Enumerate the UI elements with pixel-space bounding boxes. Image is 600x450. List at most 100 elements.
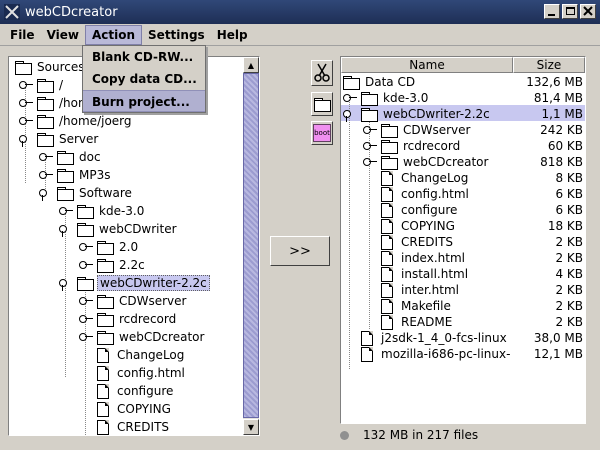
tree-item[interactable]: doc xyxy=(39,148,103,166)
expand-toggle-icon[interactable] xyxy=(79,243,93,251)
expand-toggle-icon[interactable] xyxy=(19,99,33,107)
boot-button[interactable]: boot xyxy=(311,121,333,145)
menu-file[interactable]: File xyxy=(4,25,41,45)
cd-item[interactable]: mozilla-i686-pc-linux- xyxy=(361,345,512,363)
folder-icon xyxy=(37,79,54,93)
scroll-down-button[interactable]: ▼ xyxy=(243,419,259,435)
maximize-icon xyxy=(566,7,575,15)
expand-toggle-icon[interactable] xyxy=(39,153,53,161)
tree-item[interactable]: 2.0 xyxy=(79,238,140,256)
tree-item[interactable]: Sources xyxy=(15,58,86,76)
expand-toggle-icon[interactable] xyxy=(19,117,33,125)
tree-item[interactable]: Server xyxy=(19,130,100,148)
tree-connector xyxy=(349,97,350,369)
cd-item-size: 18 KB xyxy=(547,219,583,233)
tree-item-label: Sources xyxy=(37,60,85,74)
cd-item-name: webCDwriter-2.2c xyxy=(383,107,490,121)
collapse-toggle-icon[interactable] xyxy=(59,279,73,291)
menu-item-copy-data-cd[interactable]: Copy data CD... xyxy=(83,68,205,90)
cd-item-name: kde-3.0 xyxy=(383,91,429,105)
file-icon xyxy=(381,250,393,266)
file-icon xyxy=(97,383,109,399)
menu-view[interactable]: View xyxy=(41,25,85,45)
cd-item-size: 2 KB xyxy=(555,251,583,265)
folder-icon xyxy=(77,205,94,219)
cd-item-size: 2 KB xyxy=(555,299,583,313)
file-icon xyxy=(381,202,393,218)
tree-item[interactable]: CDWserver xyxy=(79,292,188,310)
cd-item-size: 81,4 MB xyxy=(533,91,583,105)
cd-item-name: mozilla-i686-pc-linux- xyxy=(381,347,511,361)
scroll-thumb[interactable] xyxy=(243,73,259,418)
cd-item-name: j2sdk-1_4_0-fcs-linux xyxy=(381,331,507,345)
tree-item[interactable]: /home/joerg xyxy=(19,112,134,130)
tree-item[interactable]: 2.2c xyxy=(79,256,147,274)
column-header-name[interactable]: Name xyxy=(341,57,513,73)
cd-item-size: 2 KB xyxy=(555,315,583,329)
scroll-up-button[interactable]: ▲ xyxy=(243,57,259,73)
collapse-toggle-icon[interactable] xyxy=(59,225,73,237)
tree-item-label: MP3s xyxy=(79,168,111,182)
cd-item-name: webCDcreator xyxy=(403,155,489,169)
tree-item-label: /home/joerg xyxy=(59,114,132,128)
menu-action[interactable]: Action xyxy=(84,24,143,45)
status-text: 132 MB in 217 files xyxy=(363,428,479,442)
tree-item[interactable]: / xyxy=(19,76,65,94)
expand-toggle-icon[interactable] xyxy=(79,261,93,269)
tree-item[interactable]: webCDwriter xyxy=(59,220,179,238)
tree-item[interactable]: kde-3.0 xyxy=(59,202,146,220)
add-to-cd-button[interactable]: >> xyxy=(270,236,330,266)
tree-item-label: 2.2c xyxy=(119,258,145,272)
cd-item-name: COPYING xyxy=(401,219,455,233)
collapse-toggle-icon[interactable] xyxy=(39,189,53,201)
tree-item[interactable]: ChangeLog xyxy=(97,346,186,364)
cut-button[interactable] xyxy=(311,60,333,86)
close-button[interactable] xyxy=(580,4,596,19)
tree-item-label: doc xyxy=(79,150,101,164)
expand-toggle-icon[interactable] xyxy=(363,126,377,134)
tree-item[interactable]: webCDcreator xyxy=(79,328,206,346)
action-menu: Blank CD-RW... Copy data CD... Burn proj… xyxy=(82,45,206,113)
tree-item-label: configure xyxy=(117,384,174,398)
maximize-button[interactable] xyxy=(562,4,578,19)
expand-toggle-icon[interactable] xyxy=(363,158,377,166)
cd-item-name: install.html xyxy=(401,267,469,281)
expand-toggle-icon[interactable] xyxy=(79,297,93,305)
tree-item[interactable]: Software xyxy=(39,184,134,202)
column-header-size[interactable]: Size xyxy=(513,57,585,73)
tree-item[interactable]: CREDITS xyxy=(97,418,171,435)
expand-toggle-icon[interactable] xyxy=(79,333,93,341)
tree-item[interactable]: COPYING xyxy=(97,400,173,418)
expand-toggle-icon[interactable] xyxy=(59,207,73,215)
new-folder-button[interactable] xyxy=(311,92,333,116)
expand-toggle-icon[interactable] xyxy=(79,315,93,323)
cd-item-name: README xyxy=(401,315,453,329)
expand-toggle-icon[interactable] xyxy=(343,94,357,102)
menu-item-blank-cd-rw[interactable]: Blank CD-RW... xyxy=(83,46,205,68)
tree-item[interactable]: MP3s xyxy=(39,166,112,184)
cd-item-name: CDWserver xyxy=(403,123,471,137)
collapse-toggle-icon[interactable] xyxy=(343,110,357,122)
expand-toggle-icon[interactable] xyxy=(39,171,53,179)
tree-item[interactable]: config.html xyxy=(97,364,187,382)
folder-icon xyxy=(381,140,398,154)
collapse-toggle-icon[interactable] xyxy=(19,135,33,147)
tree-item[interactable]: webCDwriter-2.2c xyxy=(59,274,210,292)
expand-toggle-icon[interactable] xyxy=(19,81,33,89)
menu-item-burn-project[interactable]: Burn project... xyxy=(83,90,205,112)
tree-item[interactable]: configure xyxy=(97,382,175,400)
source-tree-panel[interactable]: Sources //home/home/joerg Server doc MP3s Sof… xyxy=(8,56,260,436)
source-tree-scrollbar[interactable]: ▲ ▼ xyxy=(243,57,259,435)
cd-item-size: 2 KB xyxy=(555,283,583,297)
cd-contents-panel[interactable]: Name Size Data CD 132,6 MB kde-3.0 81,4 MB w… xyxy=(340,56,586,424)
folder-icon xyxy=(57,169,74,183)
tree-item-label: webCDwriter-2.2c xyxy=(97,275,210,291)
tree-item-label: config.html xyxy=(117,366,185,380)
boot-label: boot xyxy=(314,129,330,137)
minimize-button[interactable] xyxy=(544,4,560,19)
expand-toggle-icon[interactable] xyxy=(363,142,377,150)
tree-item[interactable]: rcdrecord xyxy=(79,310,178,328)
tree-item-label: ChangeLog xyxy=(117,348,185,362)
menu-settings[interactable]: Settings xyxy=(142,25,211,45)
menu-help[interactable]: Help xyxy=(211,25,254,45)
